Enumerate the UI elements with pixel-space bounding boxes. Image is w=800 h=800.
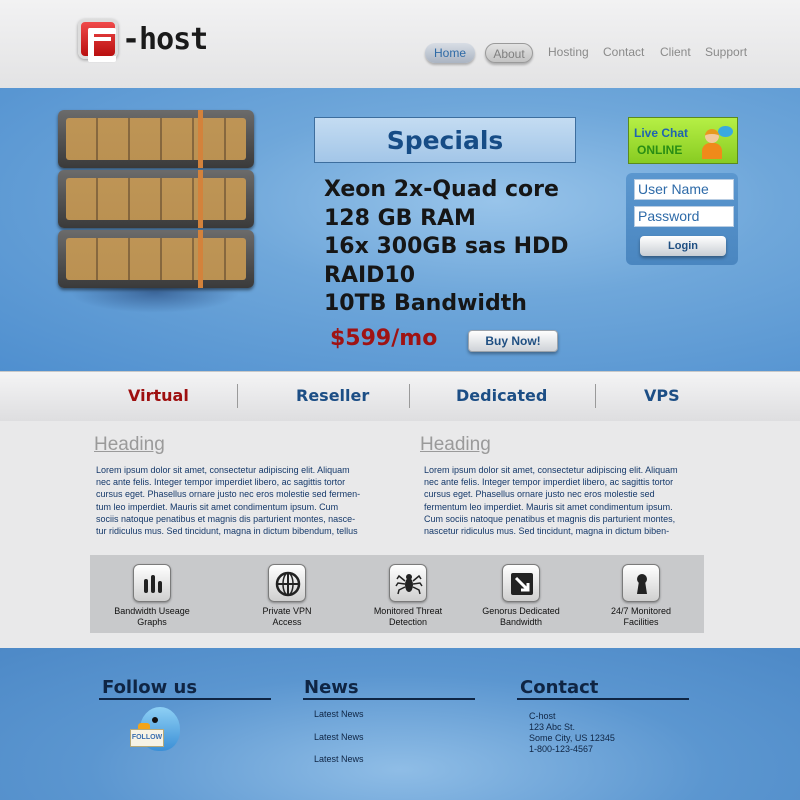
spec-item: 128 GB RAM (324, 205, 476, 231)
divider (409, 384, 410, 408)
follow-sign: FOLLOW (130, 729, 164, 747)
keyhole-icon[interactable] (622, 564, 660, 602)
contact-title: Contact (520, 677, 599, 698)
feature-threat-detection: Monitored Threat Detection (353, 564, 463, 628)
text-line: Lorem ipsum dolor sit amet, consectetur … (424, 465, 678, 475)
logo-text: -host (122, 21, 208, 57)
server-unit (58, 230, 254, 288)
text-line: sociis natoque penatibus et magnis dis p… (96, 513, 356, 524)
feature-label: Bandwidth (499, 617, 543, 627)
header: -host Home About Hosting Contact Client … (0, 0, 800, 88)
contact-company: C-host (529, 711, 556, 721)
news-title: News (304, 677, 359, 698)
feature-label: 24/7 Monitored (610, 606, 672, 616)
price: $599/mo (330, 326, 438, 351)
feature-dedicated-bandwidth: Genorus Dedicated Bandwidth (466, 564, 576, 628)
globe-icon[interactable] (268, 564, 306, 602)
spec-item: 16x 300GB sas HDD (324, 234, 569, 259)
nav-contact[interactable]: Contact (603, 45, 644, 59)
expand-arrow-icon[interactable] (502, 564, 540, 602)
divider (99, 698, 271, 700)
feature-monitored-facilities: 24/7 Monitored Facilities (586, 564, 696, 628)
nav-client[interactable]: Client (660, 45, 691, 59)
text-line: nascetur ridiculus mus. Sed tincidunt, m… (424, 526, 670, 537)
divider (303, 698, 475, 700)
text-line: fermentum leo imperdiet. Mauris sit amet… (424, 501, 673, 512)
text-line: Lorem ipsum dolor sit amet, consectetur … (96, 465, 350, 475)
feature-label: Detection (388, 617, 428, 627)
text-line: cursus eget. Phasellus ornare justo nec … (96, 489, 361, 500)
feature-label: Genorus Dedicated (482, 606, 560, 616)
nav-hosting[interactable]: Hosting (548, 45, 589, 59)
c-logo-icon (78, 19, 118, 62)
logo[interactable]: -host (78, 19, 208, 62)
specials-title: Specials (386, 126, 504, 155)
password-field[interactable]: Password (634, 206, 734, 227)
divider (517, 698, 689, 700)
category-virtual[interactable]: Virtual (128, 386, 189, 405)
support-agent-icon (701, 126, 733, 160)
contact-street: 123 Abc St. (529, 722, 576, 732)
contact-city: Some City, US 12345 (529, 733, 615, 743)
content-heading: Heading (420, 434, 491, 455)
category-vps[interactable]: VPS (644, 386, 680, 405)
specs-list: Xeon 2x-Quad core 128 GB RAM 16x 300GB s… (324, 176, 569, 319)
text-line: Cum sociis natoque penatibus et magnis d… (424, 513, 676, 524)
text-line: cursus eget. Phasellus ornare justo nec … (424, 489, 655, 500)
category-dedicated[interactable]: Dedicated (456, 386, 547, 405)
footer: Follow us FOLLOW News Latest News Latest… (0, 648, 800, 800)
feature-vpn-access: Private VPN Access (232, 564, 342, 628)
category-reseller[interactable]: Reseller (296, 386, 369, 405)
news-link[interactable]: Latest News (314, 754, 364, 764)
spec-item: 10TB Bandwidth (324, 291, 527, 316)
feature-label: Graphs (137, 617, 167, 627)
feature-label: Private VPN (262, 606, 312, 616)
nav-about[interactable]: About (485, 43, 533, 63)
feature-label: Bandwidth Useage (114, 606, 190, 616)
live-chat-label: Live Chat (634, 126, 689, 140)
spec-item: Xeon 2x-Quad core (324, 177, 559, 202)
server-rack-image (58, 110, 258, 290)
live-chat-button[interactable]: Live Chat ONLINE (628, 117, 738, 164)
feature-label: Access (272, 617, 302, 627)
content-heading: Heading (94, 434, 165, 455)
divider (595, 384, 596, 408)
username-field[interactable]: User Name (634, 179, 734, 200)
login-button[interactable]: Login (640, 236, 726, 256)
feature-bandwidth-graphs: Bandwidth Useage Graphs (97, 564, 207, 628)
news-link[interactable]: Latest News (314, 732, 364, 742)
news-link[interactable]: Latest News (314, 709, 364, 719)
content-paragraph: Lorem ipsum dolor sit amet, consectetur … (96, 464, 378, 537)
bar-graph-icon[interactable] (133, 564, 171, 602)
spider-icon[interactable] (389, 564, 427, 602)
login-panel: User Name Password Login (626, 173, 738, 265)
category-bar: Virtual Reseller Dedicated VPS (0, 371, 800, 421)
feature-label: Monitored Threat (373, 606, 443, 616)
specials-header: Specials (314, 117, 576, 163)
follow-us-title: Follow us (102, 677, 198, 698)
follow-bird-icon[interactable]: FOLLOW (130, 707, 182, 757)
contact-phone: 1-800-123-4567 (529, 744, 594, 754)
content-paragraph: Lorem ipsum dolor sit amet, consectetur … (424, 464, 706, 537)
text-line: nec ante felis. Integer tempor imperdiet… (424, 477, 674, 488)
server-unit (58, 110, 254, 168)
spec-item: RAID10 (324, 262, 416, 288)
buy-now-button[interactable]: Buy Now! (468, 330, 558, 352)
nav-support[interactable]: Support (705, 45, 747, 59)
features-strip: Bandwidth Useage Graphs Private VPN Access… (90, 555, 704, 633)
text-line: tum leo imperdiet. Mauris sit amet condi… (96, 501, 339, 512)
nav-home[interactable]: Home (425, 43, 475, 63)
server-unit (58, 170, 254, 228)
text-line: tur ridiculus mus. Sed tincidunt, magna … (96, 526, 358, 537)
hero-banner: Specials Xeon 2x-Quad core 128 GB RAM 16… (0, 88, 800, 371)
live-chat-status: ONLINE (637, 143, 683, 157)
text-line: nec ante felis. Integer tempor imperdiet… (96, 477, 346, 488)
feature-label: Facilities (623, 617, 659, 627)
divider (237, 384, 238, 408)
